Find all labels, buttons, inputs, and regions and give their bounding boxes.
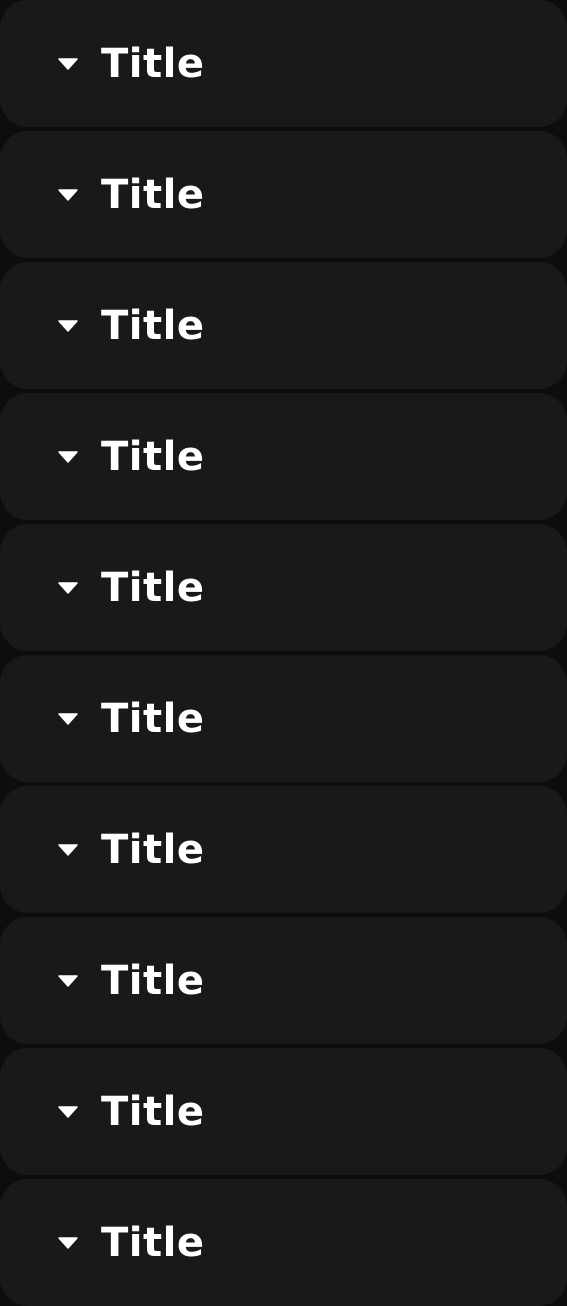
accordion-item-4[interactable]: Title <box>0 393 567 520</box>
caret-down-icon <box>58 1236 78 1249</box>
caret-down-icon <box>58 581 78 594</box>
accordion-item-8[interactable]: Title <box>0 917 567 1044</box>
accordion-item-6[interactable]: Title <box>0 655 567 782</box>
accordion-item-title: Title <box>101 171 205 218</box>
accordion-item-7[interactable]: Title <box>0 786 567 913</box>
caret-down-icon <box>58 319 78 332</box>
accordion-item-5[interactable]: Title <box>0 524 567 651</box>
caret-down-icon <box>58 974 78 987</box>
accordion-item-title: Title <box>101 40 205 87</box>
caret-down-icon <box>58 450 78 463</box>
caret-down-icon <box>58 57 78 70</box>
accordion-item-title: Title <box>101 564 205 611</box>
caret-down-icon <box>58 712 78 725</box>
accordion-item-2[interactable]: Title <box>0 131 567 258</box>
accordion-item-title: Title <box>101 433 205 480</box>
caret-down-icon <box>58 1105 78 1118</box>
accordion-item-title: Title <box>101 826 205 873</box>
accordion-item-title: Title <box>101 695 205 742</box>
accordion-item-title: Title <box>101 957 205 1004</box>
accordion-item-title: Title <box>101 1088 205 1135</box>
caret-down-icon <box>58 843 78 856</box>
accordion-item-1[interactable]: Title <box>0 0 567 127</box>
accordion-item-title: Title <box>101 1219 205 1266</box>
accordion-list: Title Title Title Title Title Title Titl… <box>0 0 567 1306</box>
accordion-item-10[interactable]: Title <box>0 1179 567 1306</box>
accordion-item-9[interactable]: Title <box>0 1048 567 1175</box>
accordion-item-title: Title <box>101 302 205 349</box>
accordion-item-3[interactable]: Title <box>0 262 567 389</box>
caret-down-icon <box>58 188 78 201</box>
